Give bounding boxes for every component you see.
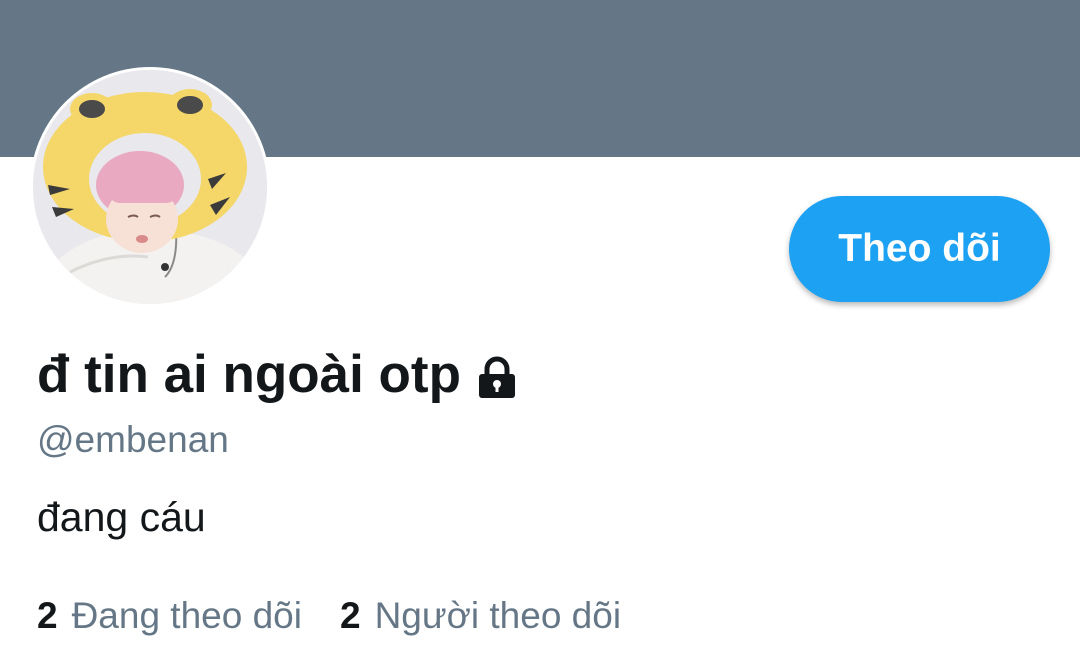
following-stat[interactable]: 2 Đang theo dõi xyxy=(37,592,302,640)
following-label: Đang theo dõi xyxy=(71,595,302,636)
profile-stats: 2 Đang theo dõi 2 Người theo dõi xyxy=(37,592,621,640)
followers-label: Người theo dõi xyxy=(374,595,622,636)
display-name: đ tin ai ngoài otp xyxy=(37,345,461,404)
followers-stat[interactable]: 2 Người theo dõi xyxy=(340,592,621,640)
profile-page: Theo dõi đ tin ai ngoài otp @embenan đan… xyxy=(0,0,1080,671)
followers-count: 2 xyxy=(339,595,361,636)
following-count: 2 xyxy=(37,595,58,636)
profile-handle: @embenan xyxy=(37,419,229,460)
lock-icon xyxy=(475,356,519,400)
profile-avatar[interactable] xyxy=(30,67,270,307)
follow-button[interactable]: Theo dõi xyxy=(789,196,1050,302)
avatar-image xyxy=(33,70,267,304)
profile-bio: đang cáu xyxy=(37,494,206,540)
display-name-row: đ tin ai ngoài otp xyxy=(37,342,519,408)
